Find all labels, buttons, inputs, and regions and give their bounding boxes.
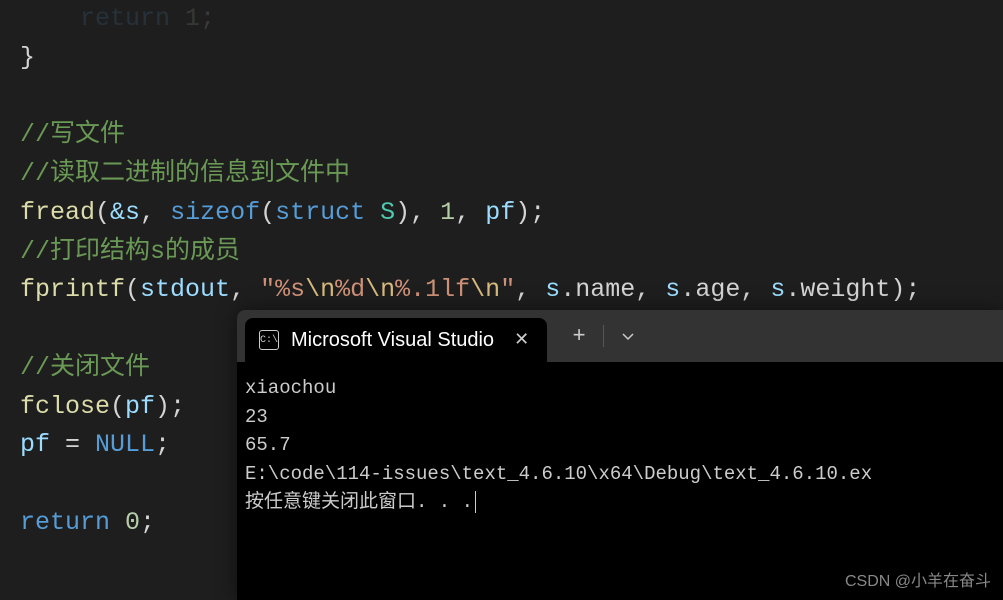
code-line: return 1; xyxy=(20,0,983,39)
code-line: fread(&s, sizeof(struct S), 1, pf); xyxy=(20,194,983,233)
output-line: xiaochou xyxy=(245,374,999,403)
terminal-tab-bar: C:\ Microsoft Visual Studio ✕ + xyxy=(237,310,1003,362)
divider xyxy=(603,325,604,347)
tab-dropdown-button[interactable] xyxy=(608,316,648,356)
code-line: fprintf(stdout, "%s\n%d\n%.1lf\n", s.nam… xyxy=(20,271,983,310)
close-icon[interactable]: ✕ xyxy=(514,329,529,351)
cursor-icon xyxy=(475,491,476,513)
new-tab-button[interactable]: + xyxy=(559,316,599,356)
code-line: //写文件 xyxy=(20,116,983,155)
tab-actions: + xyxy=(559,316,648,356)
code-line xyxy=(20,78,983,117)
code-line: } xyxy=(20,39,983,78)
terminal-tab[interactable]: C:\ Microsoft Visual Studio ✕ xyxy=(245,318,547,362)
code-line: //读取二进制的信息到文件中 xyxy=(20,155,983,194)
output-line: E:\code\114-issues\text_4.6.10\x64\Debug… xyxy=(245,460,999,489)
watermark: CSDN @小羊在奋斗 xyxy=(845,567,991,591)
output-line: 65.7 xyxy=(245,431,999,460)
terminal-output[interactable]: xiaochou 23 65.7 E:\code\114-issues\text… xyxy=(237,362,1003,529)
output-line: 按任意键关闭此窗口. . . xyxy=(245,488,999,517)
terminal-tab-title: Microsoft Visual Studio xyxy=(291,329,494,352)
terminal-icon: C:\ xyxy=(259,330,279,350)
terminal-window[interactable]: C:\ Microsoft Visual Studio ✕ + xiaochou… xyxy=(237,310,1003,600)
output-line: 23 xyxy=(245,403,999,432)
code-line: //打印结构s的成员 xyxy=(20,233,983,272)
